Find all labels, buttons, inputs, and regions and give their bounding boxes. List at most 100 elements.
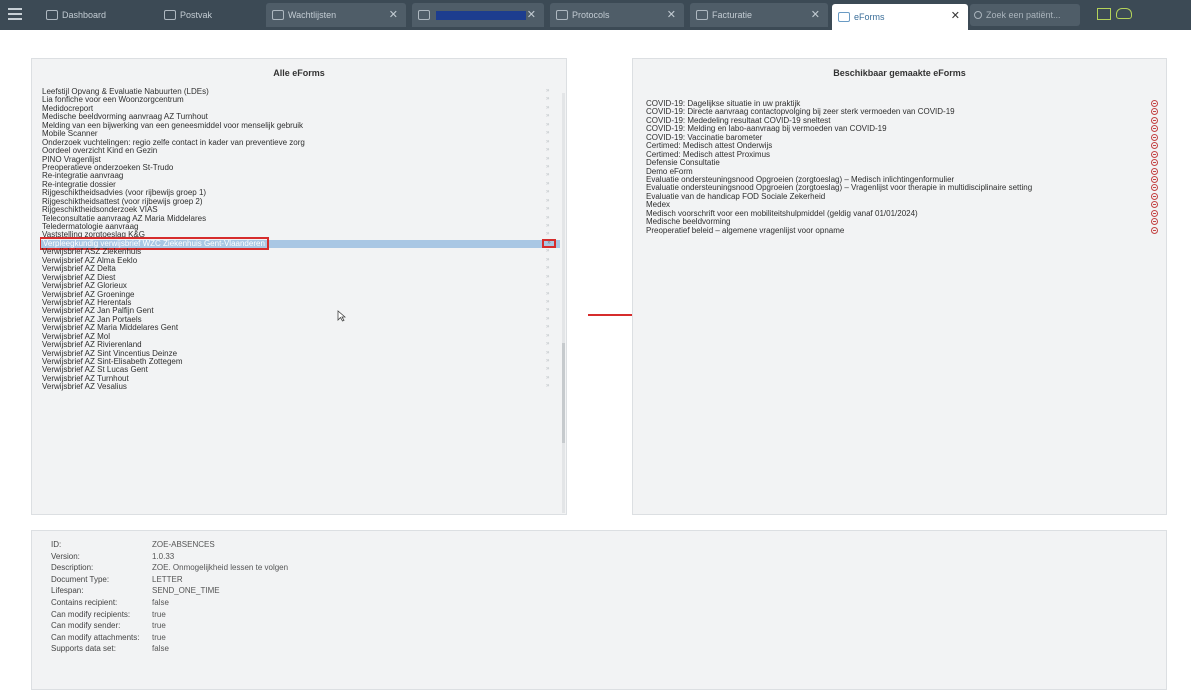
remove-circle-icon[interactable] [1151, 116, 1158, 124]
available-eforms-list[interactable]: COVID-19: Dagelijkse situatie in uw prak… [646, 99, 1161, 235]
calendar-icon[interactable] [1097, 8, 1111, 20]
remove-circle-icon[interactable] [1151, 184, 1158, 192]
detail-row: Can modify recipients: true [51, 609, 288, 621]
all-eforms-list[interactable]: Leefstijl Opvang & Evaluatie Nabuurten (… [40, 88, 560, 511]
cloud-sync-icon[interactable] [1116, 8, 1132, 19]
list-item[interactable]: Melding van een bijwerking van een genee… [40, 121, 560, 130]
add-arrow-icon[interactable]: » [546, 257, 552, 263]
remove-circle-icon[interactable] [1151, 100, 1158, 107]
add-arrow-icon[interactable]: » [546, 274, 552, 280]
remove-circle-icon[interactable] [1151, 159, 1158, 167]
detail-label: Can modify attachments: [51, 632, 140, 642]
tab-protocols[interactable]: Protocols ✕ [550, 3, 684, 27]
tab-label: Protocols [572, 10, 610, 20]
tab-label: Wachtlijsten [288, 10, 337, 20]
patient-search-input[interactable]: Zoek een patiënt... [970, 4, 1080, 26]
remove-circle-icon[interactable] [1151, 133, 1158, 141]
add-arrow-icon[interactable]: » [546, 307, 552, 313]
list-item[interactable]: Preoperatief beleid – algemene vragenlij… [646, 226, 1161, 235]
detail-value: true [152, 632, 166, 642]
add-arrow-icon[interactable]: » [546, 291, 552, 297]
add-arrow-icon[interactable]: » [546, 282, 552, 288]
add-arrow-icon[interactable]: » [546, 88, 552, 94]
add-arrow-icon[interactable]: » [546, 113, 552, 119]
detail-label: Lifespan: [51, 586, 84, 596]
remove-circle-icon[interactable] [1151, 218, 1158, 226]
scrollbar-thumb[interactable] [562, 343, 565, 443]
list-item[interactable]: Verwijsbrief AZ Vesalius » [40, 383, 560, 391]
remove-circle-icon[interactable] [1151, 209, 1158, 217]
close-icon[interactable]: ✕ [951, 9, 960, 22]
close-icon[interactable]: ✕ [389, 8, 398, 21]
add-arrow-icon[interactable]: » [546, 375, 552, 381]
tab-postvak[interactable]: Postvak [158, 3, 258, 27]
add-arrow-icon[interactable]: » [546, 96, 552, 102]
remove-circle-icon[interactable] [1151, 150, 1158, 158]
tab-label: Postvak [180, 10, 213, 20]
add-arrow-icon[interactable]: » [546, 130, 552, 136]
add-arrow-icon[interactable]: » [546, 147, 552, 153]
invoice-icon [696, 10, 708, 20]
remove-circle-icon[interactable] [1151, 226, 1158, 234]
search-icon [974, 11, 982, 19]
add-arrow-icon[interactable]: » [546, 383, 552, 389]
list-item-label: Verwijsbrief AZ Vesalius [42, 382, 127, 392]
add-arrow-icon[interactable]: » [546, 231, 552, 237]
remove-circle-icon[interactable] [1151, 201, 1158, 209]
add-arrow-icon[interactable]: » [546, 105, 552, 111]
panel-title: Alle eForms [273, 68, 325, 78]
close-icon[interactable]: ✕ [527, 8, 536, 21]
detail-value: true [152, 609, 166, 619]
tab-wachtlijsten[interactable]: Wachtlijsten ✕ [266, 3, 406, 27]
detail-label: Can modify sender: [51, 621, 121, 631]
list-item[interactable]: Verwijsbrief AZ Alma Eeklo» [40, 256, 560, 265]
tab-dashboard[interactable]: Dashboard [40, 3, 145, 27]
list-item[interactable]: Re-integratie aanvraag» [40, 172, 560, 180]
detail-value: SEND_ONE_TIME [152, 586, 220, 596]
tab-patient[interactable]: ✕ [412, 3, 544, 27]
add-arrow-icon[interactable]: » [546, 198, 552, 204]
remove-circle-icon[interactable] [1151, 175, 1158, 183]
add-arrow-icon[interactable]: » [546, 358, 552, 364]
add-arrow-icon[interactable]: » [546, 350, 552, 356]
list-item[interactable]: Certimed: Medisch attest Proximus [646, 150, 1161, 159]
close-icon[interactable]: ✕ [811, 8, 820, 21]
add-arrow-icon[interactable]: » [546, 366, 552, 372]
remove-circle-icon[interactable] [1151, 125, 1158, 133]
remove-circle-icon[interactable] [1151, 108, 1158, 116]
list-item[interactable]: Verwijsbrief AZ Delta» [40, 264, 560, 273]
detail-row: Contains recipient: false [51, 597, 288, 609]
list-item[interactable]: Verwijsbrief AZ Maria Middelares Gent» [40, 324, 560, 332]
add-arrow-icon[interactable]: » [546, 206, 552, 212]
list-item[interactable]: Lia fonfiche voor een Woonzorgcentrum» [40, 96, 560, 104]
add-arrow-icon[interactable]: » [546, 316, 552, 322]
remove-circle-icon[interactable] [1151, 142, 1158, 150]
add-arrow-icon[interactable]: » [546, 324, 552, 330]
add-arrow-icon[interactable]: » [546, 189, 552, 195]
add-arrow-icon[interactable]: » [546, 122, 552, 128]
list-item[interactable]: Defensie Consultatie [646, 158, 1161, 167]
list-item[interactable]: Evaluatie van de handicap FOD Sociale Ze… [646, 192, 1161, 201]
tab-facturatie[interactable]: Facturatie ✕ [690, 3, 828, 27]
add-arrow-icon[interactable]: » [546, 223, 552, 229]
add-arrow-icon[interactable]: » [546, 333, 552, 339]
remove-circle-icon[interactable] [1151, 167, 1158, 175]
add-arrow-icon[interactable]: » [546, 139, 552, 145]
list-item[interactable]: Oordeel overzicht Kind en Gezin» [40, 146, 560, 155]
add-arrow-icon[interactable]: » [546, 265, 552, 271]
close-icon[interactable]: ✕ [667, 8, 676, 21]
tab-eforms[interactable]: eForms ✕ [832, 4, 968, 30]
add-arrow-icon[interactable]: » [546, 181, 552, 187]
detail-row: Version: 1.0.33 [51, 551, 288, 563]
add-arrow-icon[interactable]: » [542, 238, 556, 248]
hamburger-menu-icon[interactable] [8, 8, 22, 20]
add-arrow-icon[interactable]: » [546, 156, 552, 162]
add-arrow-icon[interactable]: » [546, 172, 552, 178]
add-arrow-icon[interactable]: » [546, 164, 552, 170]
add-arrow-icon[interactable]: » [546, 341, 552, 347]
remove-circle-icon[interactable] [1151, 192, 1158, 200]
add-arrow-icon[interactable]: » [546, 299, 552, 305]
add-arrow-icon[interactable]: » [546, 215, 552, 221]
scrollbar[interactable] [562, 93, 565, 513]
add-arrow-icon[interactable]: » [546, 248, 552, 254]
